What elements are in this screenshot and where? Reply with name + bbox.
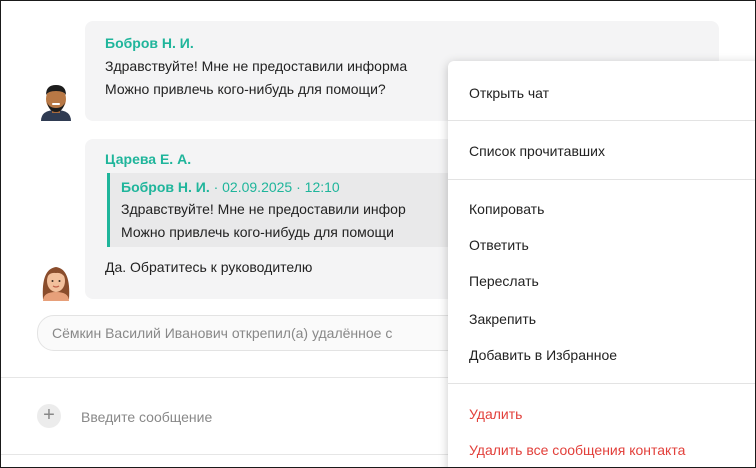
menu-item-reply[interactable]: Ответить [469, 237, 529, 253]
message-text-line: Да. Обратитесь к руководителю [105, 259, 313, 275]
menu-separator [448, 120, 755, 121]
menu-item-delete-all[interactable]: Удалить все сообщения контакта [469, 442, 685, 458]
context-menu: Открыть чат Список прочитавших Копироват… [448, 61, 755, 467]
message-author[interactable]: Царева Е. А. [105, 151, 191, 167]
message-text-line: Здравствуйте! Мне не предоставили информ… [105, 58, 408, 74]
menu-item-add-favorite[interactable]: Добавить в Избранное [469, 347, 617, 363]
message-text-line: Можно привлечь кого-нибудь для помощи? [105, 81, 386, 97]
menu-item-forward[interactable]: Переслать [469, 273, 539, 289]
quoted-message-header: Бобров Н. И. · 02.09.2025 · 12:10 [121, 179, 340, 195]
menu-item-pin[interactable]: Закрепить [469, 311, 536, 327]
man-avatar[interactable] [37, 83, 75, 121]
quoted-text-line: Можно привлечь кого-нибудь для помощи [121, 224, 394, 240]
chat-window: Бобров Н. И. Здравствуйте! Мне не предос… [0, 0, 756, 468]
menu-item-delete[interactable]: Удалить [469, 406, 522, 422]
menu-separator [448, 179, 755, 180]
plus-icon[interactable]: + [37, 404, 61, 428]
message-input[interactable]: Введите сообщение [81, 409, 212, 425]
quoted-text-line: Здравствуйте! Мне не предоставили инфор [121, 201, 406, 217]
menu-item-open-chat[interactable]: Открыть чат [469, 85, 549, 101]
system-message-text: Сёмкин Василий Иванович открепил(а) удал… [52, 325, 393, 341]
menu-item-readers-list[interactable]: Список прочитавших [469, 143, 605, 159]
menu-item-copy[interactable]: Копировать [469, 201, 544, 217]
quoted-author: Бобров Н. И. [121, 179, 210, 195]
quoted-timestamp: · 02.09.2025 · 12:10 [209, 179, 340, 195]
message-author[interactable]: Бобров Н. И. [105, 35, 194, 51]
woman-avatar[interactable] [37, 263, 75, 301]
system-message: Сёмкин Василий Иванович открепил(а) удал… [37, 315, 479, 351]
menu-separator [448, 383, 755, 384]
